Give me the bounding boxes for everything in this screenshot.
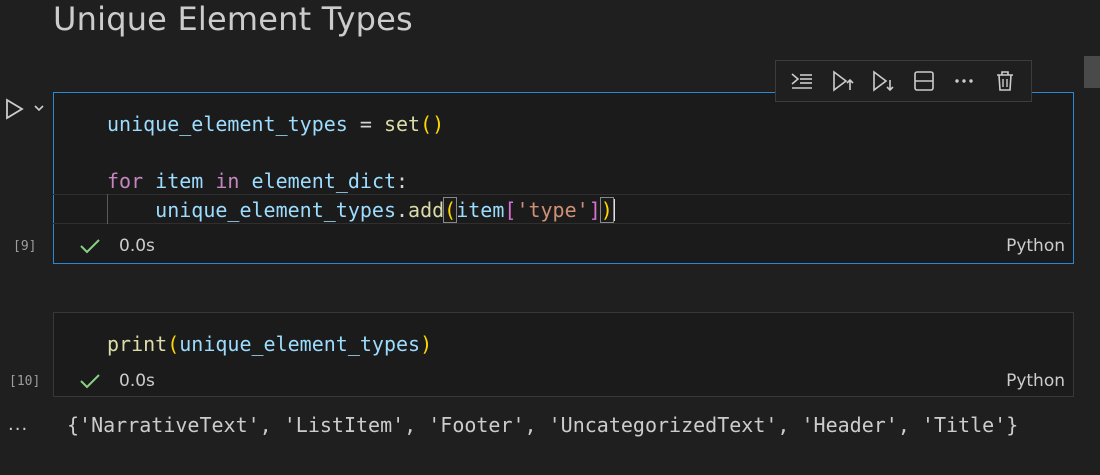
success-check-icon	[79, 237, 101, 255]
cell-toolbar	[775, 60, 1032, 102]
code-editor[interactable]: unique_element_types = set() for item in…	[107, 110, 615, 223]
cell-language[interactable]: Python	[1006, 236, 1065, 256]
cell-output: {'NarrativeText', 'ListItem', 'Footer', …	[67, 413, 1019, 437]
code-line: unique_element_types.add(item['type'])	[155, 197, 615, 223]
code-line: for item in element_dict:	[107, 169, 409, 193]
code-line: print(unique_element_types)	[107, 332, 433, 356]
execution-duration: 0.0s	[119, 236, 155, 256]
more-icon[interactable]	[949, 66, 979, 96]
output-menu-icon[interactable]: ...	[8, 414, 28, 435]
split-cell-icon[interactable]	[909, 66, 939, 96]
execute-above-icon[interactable]	[828, 66, 858, 96]
chevron-down-icon[interactable]	[32, 100, 46, 114]
execution-count: [10]	[9, 374, 41, 389]
code-line: unique_element_types = set()	[107, 112, 445, 136]
delete-icon[interactable]	[990, 66, 1020, 96]
scrollbar-thumb[interactable]	[1084, 56, 1100, 88]
execution-duration: 0.0s	[119, 371, 155, 391]
run-cell-icon[interactable]	[4, 97, 26, 121]
run-by-line-icon[interactable]	[787, 66, 817, 96]
cell-language[interactable]: Python	[1006, 371, 1065, 391]
section-heading: Unique Element Types	[53, 0, 413, 38]
text-cursor	[612, 199, 615, 221]
execution-count: [9]	[13, 239, 37, 254]
success-check-icon	[79, 372, 101, 390]
execute-below-icon[interactable]	[868, 66, 898, 96]
